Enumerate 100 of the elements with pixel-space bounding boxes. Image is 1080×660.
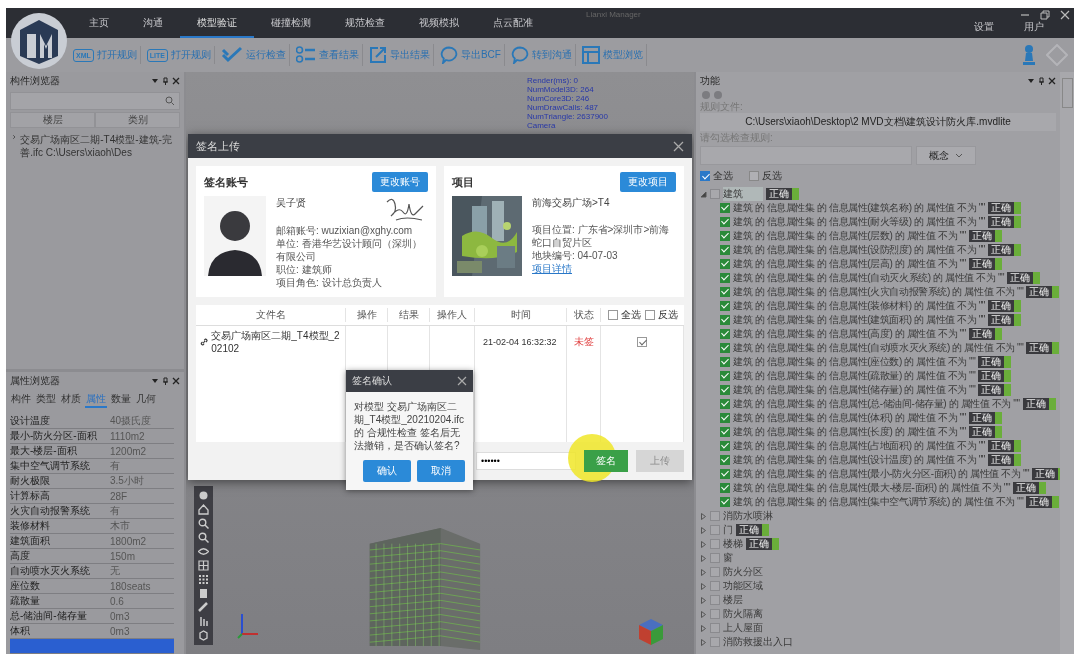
concept-dropdown[interactable]: 概念 xyxy=(916,146,976,165)
property-tab[interactable]: 几何 xyxy=(135,392,157,408)
property-row[interactable]: 总-储油间-储存量 0m3 xyxy=(10,609,174,624)
property-row[interactable]: 集中空气调节系统 有 xyxy=(10,459,174,474)
menu-tab[interactable]: 规范检查 xyxy=(328,8,402,38)
rule-group[interactable]: 建筑 正确 xyxy=(700,187,1056,201)
stat-text: Camera xyxy=(526,121,557,130)
rule-group[interactable]: 窗 xyxy=(700,551,1056,565)
status-badge: 正确 xyxy=(988,454,1021,466)
property-value: 木市 xyxy=(110,519,130,533)
menu-tab[interactable]: 点云配准 xyxy=(476,8,550,38)
status-badge: 正确 xyxy=(988,216,1021,228)
rule-item[interactable]: 建筑 的 信息属性集 的 信息属性(储存量) 的 属性值 不为 "" 正确 xyxy=(700,383,1056,397)
property-row[interactable]: 耐火极限 3.5小时 xyxy=(10,474,174,489)
property-name: 最小-防火分区-面积 xyxy=(10,429,98,443)
menu-tab[interactable]: 碰撞检测 xyxy=(254,8,328,38)
select-all-checkbox[interactable]: 全选 xyxy=(607,308,641,322)
status-badge: 正确 xyxy=(988,202,1021,214)
rule-group[interactable]: 防火分区 xyxy=(700,565,1056,579)
dialog-title: 签名确认 xyxy=(352,374,392,388)
property-value: 1200m2 xyxy=(110,445,147,457)
status-badge: 正确 xyxy=(968,328,1002,340)
status-badge: 正确 xyxy=(1007,272,1041,284)
property-row[interactable]: 高度 150m xyxy=(10,549,174,564)
property-row[interactable]: 设计温度 40摄氏度 xyxy=(10,414,174,429)
property-row[interactable]: 座位数 180seats xyxy=(10,579,174,594)
property-tab[interactable]: 材质 xyxy=(60,392,82,408)
property-name: 耐火极限 xyxy=(10,474,51,488)
property-row[interactable]: 装修材料 木市 xyxy=(10,519,174,534)
rule-group[interactable]: 消防水喷淋 xyxy=(700,509,1056,523)
status-badge: 正确 xyxy=(968,258,1002,270)
menu-tab[interactable]: 沟通 xyxy=(126,8,180,38)
account-detail: 职位: 建筑师 xyxy=(276,263,333,276)
property-row[interactable]: 火灾自动报警系统 有 xyxy=(10,504,174,519)
stat-text: Render(ms): 0 xyxy=(526,76,580,85)
property-value: 0.6 xyxy=(110,595,124,607)
property-tab[interactable]: 数量 xyxy=(110,392,132,408)
property-value: 1110m2 xyxy=(110,430,145,442)
card-title: 签名账号 xyxy=(204,174,248,190)
property-row[interactable]: 计算标高 28F xyxy=(10,489,174,504)
property-tab[interactable]: 类型 xyxy=(35,392,57,408)
status-badge: 正确 xyxy=(988,300,1021,312)
property-name: 建筑面积 xyxy=(10,534,51,548)
property-row[interactable]: 最大-楼层-面积 1200m2 xyxy=(10,444,174,459)
property-tab[interactable]: 构件 xyxy=(10,392,32,408)
property-name: 最大-楼层-面积 xyxy=(10,444,78,458)
status-badge: 正确 xyxy=(1026,286,1060,298)
stat-text: NumDrawCalls: 487 xyxy=(526,103,600,112)
rule-item[interactable]: 建筑 的 信息属性集 的 信息属性(高度) 的 属性值 不为 "" 正确 xyxy=(700,327,1056,341)
rule-group[interactable]: 防火隔离 xyxy=(700,607,1056,621)
column-header[interactable]: 楼层 xyxy=(10,112,95,128)
property-name: 疏散量 xyxy=(10,594,41,608)
table-cell: 21-02-04 16:32:32 xyxy=(475,326,567,358)
column-header: 时间 xyxy=(475,308,567,322)
property-name: 体积 xyxy=(10,624,31,638)
status-badge: 正确 xyxy=(766,188,799,200)
dialog-title: 签名上传 xyxy=(196,138,240,154)
status-badge: 正确 xyxy=(968,426,1002,438)
rule-group[interactable]: 上人屋面 xyxy=(700,621,1056,635)
property-value: 180seats xyxy=(110,580,151,592)
property-name: 集中空气调节系统 xyxy=(10,459,91,473)
invert-checkbox[interactable]: 反选 xyxy=(644,308,678,322)
stat-text: NumCore3D: 246 xyxy=(526,94,591,103)
menu-tab[interactable]: 视频模拟 xyxy=(402,8,476,38)
rule-group[interactable]: 消防救援出入口 xyxy=(700,635,1056,649)
property-row[interactable]: 自动喷水灭火系统 无 xyxy=(10,564,174,579)
property-value: 0m3 xyxy=(110,610,130,622)
account-detail: 单位: 香港华艺设计顾问（深圳）有限公司 xyxy=(276,237,423,263)
change-account-button[interactable]: 更改账号 xyxy=(372,172,428,192)
rule-item[interactable]: 建筑 的 信息属性集 的 信息属性(设计温度) 的 属性值 不为 "" 正确 xyxy=(700,453,1056,467)
status-badge: 正确 xyxy=(978,384,1012,396)
select-all-checkbox[interactable]: 全选 xyxy=(700,169,733,183)
card-title: 项目 xyxy=(452,174,474,190)
status-badge: 正确 xyxy=(1022,398,1056,410)
confirm-button[interactable]: 确认 xyxy=(363,460,411,482)
property-row[interactable]: 建筑面积 1800m2 xyxy=(10,534,174,549)
project-detail: 项目位置: 广东省>深圳市>前海蛇口自贸片区 xyxy=(532,223,671,249)
sign-button[interactable]: 签名 xyxy=(584,450,628,472)
change-project-button[interactable]: 更改项目 xyxy=(620,172,676,192)
cancel-button[interactable]: 取消 xyxy=(417,460,465,482)
property-row[interactable]: 疏散量 0.6 xyxy=(10,594,174,609)
rule-group[interactable]: 楼梯 正确 xyxy=(700,537,1056,551)
panel-title: 功能 xyxy=(700,74,720,88)
invert-checkbox[interactable]: 反选 xyxy=(749,169,782,183)
rule-item[interactable]: 建筑 的 信息属性集 的 信息属性(层高) 的 属性值 不为 "" 正确 xyxy=(700,257,1056,271)
property-name: 设计温度 xyxy=(10,414,51,428)
rule-group[interactable]: 楼层 xyxy=(700,593,1056,607)
rule-group[interactable]: 功能区域 xyxy=(700,579,1056,593)
menu-item[interactable]: 设置 xyxy=(974,20,994,34)
property-row[interactable]: 最小-防火分区-面积 1110m2 xyxy=(10,429,174,444)
table-cell: 交易广场南区二期_T4模型_202102 xyxy=(196,326,346,358)
menu-tab[interactable]: 主页 xyxy=(72,8,126,38)
project-details-link[interactable]: 项目详情 xyxy=(532,262,572,276)
status-badge: 正确 xyxy=(988,314,1021,326)
menu-item[interactable]: 用户 xyxy=(1024,20,1044,34)
column-header[interactable]: 类别 xyxy=(95,112,180,128)
property-value: 1800m2 xyxy=(110,535,147,547)
stat-text: NumModel3D: 264 xyxy=(526,85,595,94)
column-header: 操作 xyxy=(346,308,388,322)
project-detail: 地块编号: 04-07-03 xyxy=(532,249,619,262)
